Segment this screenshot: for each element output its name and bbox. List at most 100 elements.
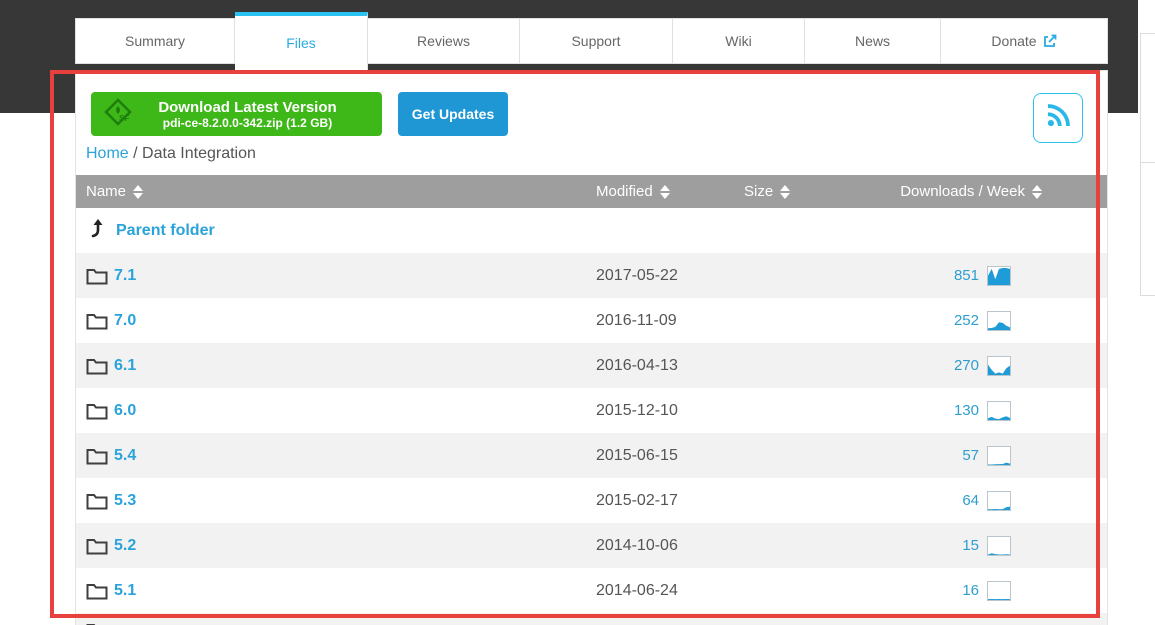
folder-icon — [86, 492, 108, 510]
donate-external-icon — [1043, 34, 1057, 48]
modified-cell: 2016-04-13 — [596, 357, 744, 375]
folder-link[interactable]: 6.1 — [114, 357, 136, 375]
breadcrumb-home-link[interactable]: Home — [86, 145, 129, 162]
folder-link[interactable]: 7.0 — [114, 312, 136, 330]
sidebar-panel-edge — [1140, 33, 1155, 34]
downloads-cell: 851 — [834, 266, 1011, 286]
sidebar-panel-edge — [1140, 295, 1155, 296]
name-cell: 6.0 — [76, 402, 596, 420]
downloads-sparkline-icon[interactable] — [987, 401, 1011, 421]
sourceforge-logo-icon: SF — [103, 97, 133, 132]
column-header-name[interactable]: Name — [76, 183, 596, 200]
tab-bar: Summary Files Reviews Support Wiki News Donate — [75, 12, 1108, 70]
name-cell: 5.1 — [76, 582, 596, 600]
sidebar-panel-edge — [1140, 162, 1155, 163]
download-filename: pdi-ce-8.2.0.0-342.zip (1.2 GB) — [133, 116, 362, 130]
downloads-cell: 252 — [834, 311, 1011, 331]
download-title: Download Latest Version — [133, 99, 362, 116]
name-cell: 5.3 — [76, 492, 596, 510]
modified-cell: 2014-10-06 — [596, 537, 744, 555]
folder-link[interactable]: 5.3 — [114, 492, 136, 510]
downloads-count: 851 — [954, 267, 979, 284]
table-row[interactable]: 5.3 2015-02-17 64 — [76, 478, 1107, 523]
downloads-sparkline-icon[interactable] — [987, 311, 1011, 331]
folder-icon — [86, 402, 108, 420]
name-cell: 7.0 — [76, 312, 596, 330]
folder-link[interactable]: 5.1 — [114, 582, 136, 600]
column-header-downloads[interactable]: Downloads / Week — [834, 183, 1042, 200]
table-row[interactable]: 6.0 2015-12-10 130 — [76, 388, 1107, 433]
rss-icon — [1045, 103, 1071, 134]
get-updates-button[interactable]: Get Updates — [398, 92, 508, 136]
table-row-partial — [76, 613, 1107, 625]
downloads-sparkline-icon[interactable] — [987, 581, 1011, 601]
folder-icon — [86, 447, 108, 465]
downloads-sparkline-icon[interactable] — [987, 356, 1011, 376]
tab-reviews[interactable]: Reviews — [368, 18, 520, 64]
downloads-sparkline-icon[interactable] — [987, 536, 1011, 556]
folder-icon — [86, 582, 108, 600]
breadcrumb-current: Data Integration — [142, 145, 256, 162]
folder-icon — [86, 267, 108, 285]
downloads-sparkline-icon[interactable] — [987, 446, 1011, 466]
downloads-count: 130 — [954, 402, 979, 419]
sort-icon — [660, 185, 670, 199]
downloads-count: 64 — [962, 492, 979, 509]
folder-icon — [86, 312, 108, 330]
tab-news[interactable]: News — [805, 18, 941, 64]
tab-files[interactable]: Files — [235, 12, 368, 70]
table-row[interactable]: 5.1 2014-06-24 16 — [76, 568, 1107, 613]
downloads-cell: 130 — [834, 401, 1011, 421]
folder-link[interactable]: 5.4 — [114, 447, 136, 465]
downloads-count: 15 — [962, 537, 979, 554]
downloads-cell: 270 — [834, 356, 1011, 376]
tab-label: Wiki — [725, 33, 751, 49]
tab-label: Reviews — [417, 33, 470, 49]
name-cell: 6.1 — [76, 357, 596, 375]
table-row[interactable]: 7.0 2016-11-09 252 — [76, 298, 1107, 343]
tab-label: News — [855, 33, 890, 49]
folder-link[interactable]: 7.1 — [114, 267, 136, 285]
table-row[interactable]: 6.1 2016-04-13 270 — [76, 343, 1107, 388]
tab-wiki[interactable]: Wiki — [673, 18, 805, 64]
table-row[interactable]: 5.4 2015-06-15 57 — [76, 433, 1107, 478]
download-latest-button[interactable]: SF Download Latest Version pdi-ce-8.2.0.… — [91, 92, 382, 136]
modified-cell: 2015-06-15 — [596, 447, 744, 465]
downloads-cell: 15 — [834, 536, 1011, 556]
folder-link[interactable]: 6.0 — [114, 402, 136, 420]
modified-cell: 2017-05-22 — [596, 267, 744, 285]
parent-folder-row[interactable]: Parent folder — [76, 208, 1107, 253]
downloads-count: 252 — [954, 312, 979, 329]
file-table-body: Parent folder 7.1 2017-05-22 851 7.0 201… — [76, 208, 1107, 625]
modified-cell: 2016-11-09 — [596, 312, 744, 330]
tab-donate[interactable]: Donate — [941, 18, 1108, 64]
downloads-sparkline-icon[interactable] — [987, 266, 1011, 286]
parent-folder-link[interactable]: Parent folder — [116, 222, 215, 240]
modified-cell: 2015-02-17 — [596, 492, 744, 510]
tab-label: Support — [571, 33, 620, 49]
column-header-size[interactable]: Size — [744, 183, 834, 200]
downloads-cell: 64 — [834, 491, 1011, 511]
table-row[interactable]: 5.2 2014-10-06 15 — [76, 523, 1107, 568]
tab-label: Donate — [991, 33, 1036, 49]
rss-feed-button[interactable] — [1033, 93, 1083, 143]
files-content-card: SF Download Latest Version pdi-ce-8.2.0.… — [75, 70, 1108, 625]
downloads-cell: 16 — [834, 581, 1011, 601]
breadcrumb: Home / Data Integration — [86, 145, 256, 163]
column-header-modified[interactable]: Modified — [596, 183, 744, 200]
sort-icon — [1032, 185, 1042, 199]
modified-cell: 2014-06-24 — [596, 582, 744, 600]
table-row[interactable]: 7.1 2017-05-22 851 — [76, 253, 1107, 298]
folder-link[interactable]: 5.2 — [114, 537, 136, 555]
breadcrumb-separator: / — [133, 145, 137, 162]
up-arrow-icon — [88, 218, 106, 243]
downloads-count: 270 — [954, 357, 979, 374]
downloads-sparkline-icon[interactable] — [987, 491, 1011, 511]
tab-support[interactable]: Support — [520, 18, 673, 64]
page: Summary Files Reviews Support Wiki News Donate… — [0, 0, 1155, 625]
sort-icon — [133, 185, 143, 199]
tab-summary[interactable]: Summary — [75, 18, 235, 64]
folder-icon — [86, 537, 108, 555]
name-cell: 7.1 — [76, 267, 596, 285]
tab-label: Files — [286, 35, 316, 51]
